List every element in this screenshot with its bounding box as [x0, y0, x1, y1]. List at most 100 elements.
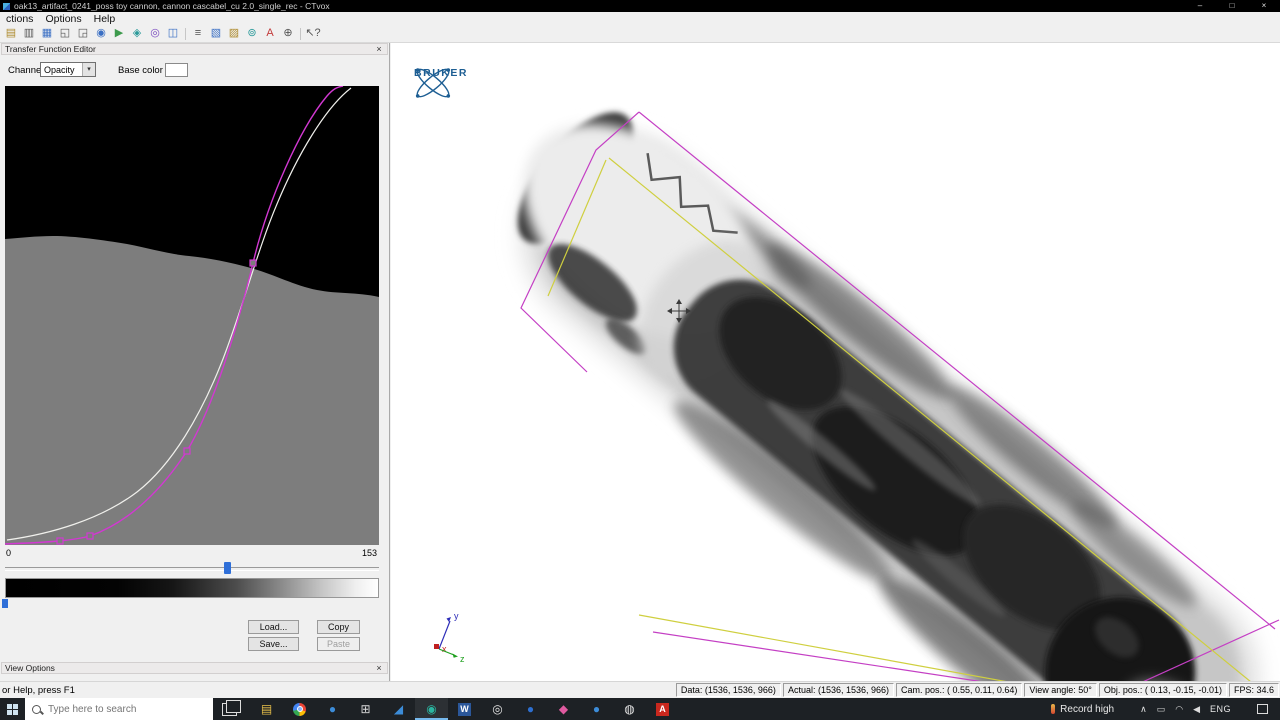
load-button[interactable]: Load...	[248, 620, 299, 634]
status-actual: Actual: (1536, 1536, 966)	[783, 683, 894, 697]
display-icon[interactable]: ▭	[1157, 704, 1166, 715]
axis-y-label: y	[454, 611, 459, 621]
grayscale-gradient-bar	[5, 578, 379, 598]
save-session-icon[interactable]: ▦	[38, 26, 56, 41]
toolbar: ▤ ▥ ▦ ◱ ◲ ◉ ▶ ◈ ◎ ◫ ≡ ▧ ▨ ⊚ A ⊕ ↖?	[0, 25, 1280, 43]
gradient-range-marker[interactable]	[2, 599, 8, 608]
save-button[interactable]: Save...	[248, 637, 299, 651]
intensity-slider-thumb[interactable]	[224, 562, 231, 574]
channel-dropdown[interactable]: Opacity ▾	[40, 62, 96, 77]
windows-logo-icon	[7, 704, 18, 715]
language-indicator[interactable]: ENG	[1210, 704, 1231, 714]
tfe-panel-header: Transfer Function Editor ×	[1, 43, 388, 55]
taskbar-icon-ring-app[interactable]: ◎	[481, 698, 514, 720]
status-help-text: or Help, press F1	[2, 685, 75, 696]
weather-widget[interactable]: Record high	[1051, 704, 1114, 715]
axis-z-label: z	[460, 654, 465, 664]
maximize-button[interactable]: □	[1216, 0, 1248, 12]
annotation-icon[interactable]: A	[261, 26, 279, 41]
start-button[interactable]	[0, 698, 25, 720]
search-input[interactable]	[46, 703, 200, 716]
taskbar-icon-chrome[interactable]	[283, 698, 316, 720]
intensity-slider-track[interactable]	[5, 567, 379, 571]
orientation-sphere-icon[interactable]: ⊚	[243, 26, 261, 41]
taskbar-icon-blue-app[interactable]: ●	[514, 698, 547, 720]
taskbar-icon-word[interactable]: W	[448, 698, 481, 720]
taskbar-icon-acrobat[interactable]: A	[646, 698, 679, 720]
taskbar-icon-edge[interactable]: ●	[316, 698, 349, 720]
taskbar-search[interactable]	[25, 698, 213, 720]
taskbar-icon-store[interactable]: ⊞	[349, 698, 382, 720]
copy-view-icon[interactable]: ◱	[56, 26, 74, 41]
axis-triad: y x z	[434, 611, 465, 664]
range-max-label: 153	[362, 548, 377, 558]
taskbar-icon-file-explorer[interactable]: ▤	[250, 698, 283, 720]
taskbar-icon-ctvox[interactable]: ◉	[415, 698, 448, 720]
ring-app-icon: ◎	[492, 702, 502, 716]
status-fps: FPS: 34.6	[1229, 683, 1279, 697]
gray-app-icon: ◍	[624, 702, 634, 716]
measurement-icon[interactable]: ⊕	[279, 26, 297, 41]
dataset-list-icon[interactable]: ≡	[189, 26, 207, 41]
chrome-icon	[293, 703, 306, 716]
dot-app-icon: ●	[593, 702, 600, 716]
taskbar-icon-gray-app[interactable]: ◍	[613, 698, 646, 720]
status-obj-pos: Obj. pos.: ( 0.13, -0.15, -0.01)	[1099, 683, 1227, 697]
control-point[interactable]	[184, 448, 190, 454]
volume-rendering[interactable]	[450, 74, 1280, 681]
view-options-close-icon[interactable]: ×	[374, 663, 384, 673]
control-point[interactable]	[87, 533, 93, 539]
control-point[interactable]	[57, 538, 63, 544]
transfer-function-canvas[interactable]	[5, 86, 379, 545]
chevron-down-icon: ▾	[82, 63, 95, 76]
bruker-logo-text: BRUKER	[414, 67, 468, 79]
taskbar: ▤ ● ⊞ ◢ ◉ W ◎ ● ◆ ● ◍ A Record high ∧ ▭ …	[0, 698, 1280, 720]
volume-icon[interactable]: ◀	[1193, 704, 1200, 715]
view-options-header[interactable]: View Options ×	[1, 662, 388, 674]
flight-play-icon[interactable]: ▶	[110, 26, 128, 41]
open-dataset-icon[interactable]: ▤	[2, 26, 20, 41]
render-mode-icon[interactable]: ◉	[92, 26, 110, 41]
taskbar-icon-photos[interactable]: ◆	[547, 698, 580, 720]
snapshot-icon[interactable]: ◎	[146, 26, 164, 41]
menu-actions[interactable]: ctions	[0, 13, 39, 25]
movie-maker-icon[interactable]: ◫	[164, 26, 182, 41]
status-cam-pos: Cam. pos.: ( 0.55, 0.11, 0.64)	[896, 683, 1022, 697]
ctvox-icon: ◉	[426, 702, 436, 716]
view-options-title: View Options	[5, 663, 55, 673]
taskbar-icon-dot-app[interactable]: ●	[580, 698, 613, 720]
menu-help[interactable]: Help	[88, 13, 122, 25]
menu-options[interactable]: Options	[39, 13, 87, 25]
volume-viewport[interactable]: BRUKER y x z	[391, 43, 1280, 681]
copy-button[interactable]: Copy	[317, 620, 360, 634]
minimize-button[interactable]: –	[1184, 0, 1216, 12]
base-color-swatch[interactable]	[165, 63, 188, 77]
paste-view-icon[interactable]: ◲	[74, 26, 92, 41]
histogram-icon[interactable]: ▨	[225, 26, 243, 41]
file-explorer-icon: ▤	[261, 702, 272, 716]
transfer-function-icon[interactable]: ▧	[207, 26, 225, 41]
channel-value: Opacity	[41, 65, 82, 75]
close-button[interactable]: ×	[1248, 0, 1280, 12]
word-icon: W	[458, 703, 471, 716]
tfe-close-icon[interactable]: ×	[374, 44, 384, 54]
tfe-controls: Channel : Opacity ▾ Base color :	[0, 62, 390, 78]
recent-dataset-icon[interactable]: ▥	[20, 26, 38, 41]
tray-chevron-icon[interactable]: ∧	[1140, 704, 1147, 715]
toolbar-separator	[300, 28, 301, 40]
control-point[interactable]	[250, 260, 256, 266]
taskbar-apps: ▤ ● ⊞ ◢ ◉ W ◎ ● ◆ ● ◍ A	[250, 698, 679, 720]
edge-icon: ●	[329, 702, 336, 716]
task-view-button[interactable]	[222, 703, 237, 716]
volume-tool-icon[interactable]: ◈	[128, 26, 146, 41]
app-icon	[3, 3, 10, 10]
base-color-label: Base color :	[118, 65, 168, 76]
context-help-icon[interactable]: ↖?	[304, 26, 322, 41]
vscode-icon: ◢	[394, 702, 403, 716]
tfe-panel-title: Transfer Function Editor	[5, 44, 96, 54]
menu-bar: ctions Options Help	[0, 12, 1280, 25]
action-center-icon[interactable]	[1257, 704, 1268, 714]
status-data: Data: (1536, 1536, 966)	[676, 683, 781, 697]
taskbar-icon-vscode[interactable]: ◢	[382, 698, 415, 720]
network-icon[interactable]: ◠	[1175, 704, 1183, 715]
